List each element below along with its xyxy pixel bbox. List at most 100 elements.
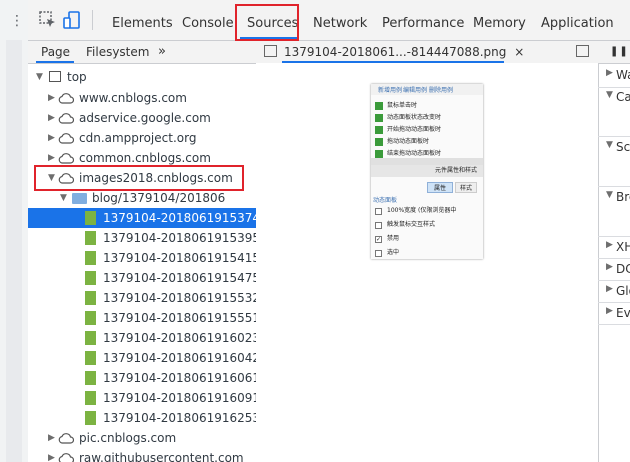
file-icon: [85, 411, 96, 425]
sidebar-section-global[interactable]: ▶ Glo: [598, 284, 630, 300]
sidebar-section-callstack[interactable]: ▼ Ca: [598, 90, 630, 106]
pause-icon[interactable]: ❚❚: [610, 46, 629, 57]
tree-item-file[interactable]: 1379104-20180619153954668: [28, 228, 256, 248]
tree-item-domain[interactable]: ▶ cdn.ampproject.org: [28, 128, 256, 148]
toolbar-separator: [92, 10, 93, 30]
cloud-icon: [58, 433, 74, 444]
tree-label: adservice.google.com: [79, 111, 211, 125]
file-icon: [85, 251, 96, 265]
frame-icon: [49, 71, 61, 82]
editor-tab[interactable]: 1379104-2018061...-814447088.png ×: [284, 41, 524, 63]
tree-item-domain[interactable]: ▶ www.cnblogs.com: [28, 88, 256, 108]
preview-checkbox-row: ✓ 禁用: [375, 235, 400, 243]
cloud-icon: [58, 113, 74, 124]
tree-label: blog/1379104/201806: [92, 191, 226, 205]
tree-label: 1379104-20180619160914835: [103, 391, 256, 405]
toggle-debugger-icon[interactable]: [576, 45, 589, 57]
tree-label: 1379104-20180619160236325: [103, 331, 256, 345]
expanded-triangle-icon: ▼: [606, 90, 613, 100]
tree-item-file[interactable]: 1379104-20180619155519368: [28, 308, 256, 328]
tab-application[interactable]: Application: [541, 0, 614, 40]
preview-event-item: 拖动动态面板时: [373, 136, 479, 148]
annotation-highlight-sources: [235, 4, 299, 41]
expanded-triangle-icon[interactable]: ▼: [60, 188, 67, 208]
sidebar-divider: [598, 236, 630, 237]
tree-item-file[interactable]: 1379104-20180619154754612: [28, 268, 256, 288]
preview-menu-item: 新增用例: [378, 87, 403, 94]
tree-label: 1379104-20180619160614864: [103, 371, 256, 385]
tree-item-file[interactable]: 1379104-20180619155323647: [28, 288, 256, 308]
sidebar-section-breakpoints[interactable]: ▼ Bre: [598, 190, 630, 206]
sidebar-divider: [598, 258, 630, 259]
tree-item-file[interactable]: 1379104-20180619160421447: [28, 348, 256, 368]
tree-item-file[interactable]: 1379104-20180619162533610: [28, 408, 256, 428]
sidebar-section-scope[interactable]: ▼ Sco: [598, 140, 630, 156]
expanded-triangle-icon: ▼: [606, 190, 613, 200]
collapsed-triangle-icon[interactable]: ▶: [48, 428, 55, 448]
tree-item-domain[interactable]: ▶ raw.githubusercontent.com: [28, 448, 256, 462]
tree-item-file[interactable]: 1379104-20180619160614864: [28, 368, 256, 388]
collapsed-triangle-icon[interactable]: ▶: [48, 88, 55, 108]
tree-item-file[interactable]: 1379104-20180619154152464: [28, 248, 256, 268]
tree-item-top[interactable]: ▼ top: [28, 67, 256, 87]
toggle-navigator-icon[interactable]: [264, 45, 277, 57]
more-vert-icon[interactable]: ⋮: [10, 14, 24, 28]
tab-network[interactable]: Network: [313, 0, 367, 40]
file-icon: [85, 371, 96, 385]
tab-filesystem[interactable]: Filesystem: [86, 41, 149, 63]
tree-item-folder[interactable]: ▼ blog/1379104/201806: [28, 188, 256, 208]
collapsed-triangle-icon: ▶: [606, 240, 613, 250]
preview-separator: [371, 158, 483, 165]
collapsed-triangle-icon: ▶: [606, 284, 613, 294]
tree-label: cdn.ampproject.org: [79, 131, 197, 145]
device-toolbar-icon[interactable]: [62, 10, 82, 30]
expanded-triangle-icon[interactable]: ▼: [36, 67, 43, 87]
file-icon: [85, 231, 96, 245]
preview-subtab-active: 属性: [427, 182, 453, 193]
tree-item-file[interactable]: 1379104-20180619160914835: [28, 388, 256, 408]
sidebar-divider: [598, 324, 630, 325]
preview-subtab: 样式: [455, 182, 477, 193]
tree-label: pic.cnblogs.com: [79, 431, 177, 445]
collapsed-triangle-icon[interactable]: ▶: [48, 448, 55, 462]
inspect-element-icon[interactable]: [38, 10, 58, 30]
preview-section-label: 动态面板: [373, 197, 398, 204]
tree-label: 1379104-20180619162533610: [103, 411, 256, 425]
tree-label: top: [67, 70, 87, 84]
collapsed-triangle-icon: ▶: [606, 68, 613, 78]
preview-event-item: 开始拖动动态面板时: [373, 124, 479, 136]
preview-panel-title: 元件属性和样式: [371, 165, 483, 177]
tree-label: 1379104-20180619160421447: [103, 351, 256, 365]
preview-menu: 新增用例 编辑用例 删除用例: [371, 84, 483, 95]
more-tabs-button[interactable]: »: [158, 41, 166, 63]
collapsed-triangle-icon[interactable]: ▶: [48, 128, 55, 148]
tree-label: 1379104-20180619155519368: [103, 311, 256, 325]
tab-performance[interactable]: Performance: [382, 0, 464, 40]
tab-memory[interactable]: Memory: [473, 0, 526, 40]
preview-event-item: 鼠标单击时: [373, 100, 479, 112]
tab-page[interactable]: Page: [41, 41, 70, 63]
expanded-triangle-icon: ▼: [606, 140, 613, 150]
folder-icon: [72, 193, 87, 204]
sidebar-divider: [598, 280, 630, 281]
file-icon: [85, 331, 96, 345]
sidebar-section-xhr[interactable]: ▶ XH: [598, 240, 630, 256]
navigator-active-indicator: [36, 61, 74, 63]
cloud-icon: [58, 133, 74, 144]
tree-item-domain[interactable]: ▶ adservice.google.com: [28, 108, 256, 128]
tree-item-file-selected[interactable]: 1379104-20180619153748734: [28, 208, 256, 228]
sidebar-section-event[interactable]: ▶ Eve: [598, 306, 630, 322]
cloud-icon: [58, 153, 74, 164]
tab-elements[interactable]: Elements: [112, 0, 173, 40]
sidebar-section-watch[interactable]: ▶ Wa: [598, 68, 630, 84]
preview-menu-item: 编辑用例: [403, 87, 428, 94]
tree-item-file[interactable]: 1379104-20180619160236325: [28, 328, 256, 348]
close-tab-icon[interactable]: ×: [514, 45, 524, 59]
collapsed-triangle-icon[interactable]: ▶: [48, 108, 55, 128]
sidebar-divider: [598, 136, 630, 137]
tree-item-domain[interactable]: ▶ pic.cnblogs.com: [28, 428, 256, 448]
tab-console[interactable]: Console: [182, 0, 234, 40]
sidebar-divider: [598, 186, 630, 187]
file-icon: [85, 211, 96, 225]
sidebar-section-dom[interactable]: ▶ DC: [598, 262, 630, 278]
